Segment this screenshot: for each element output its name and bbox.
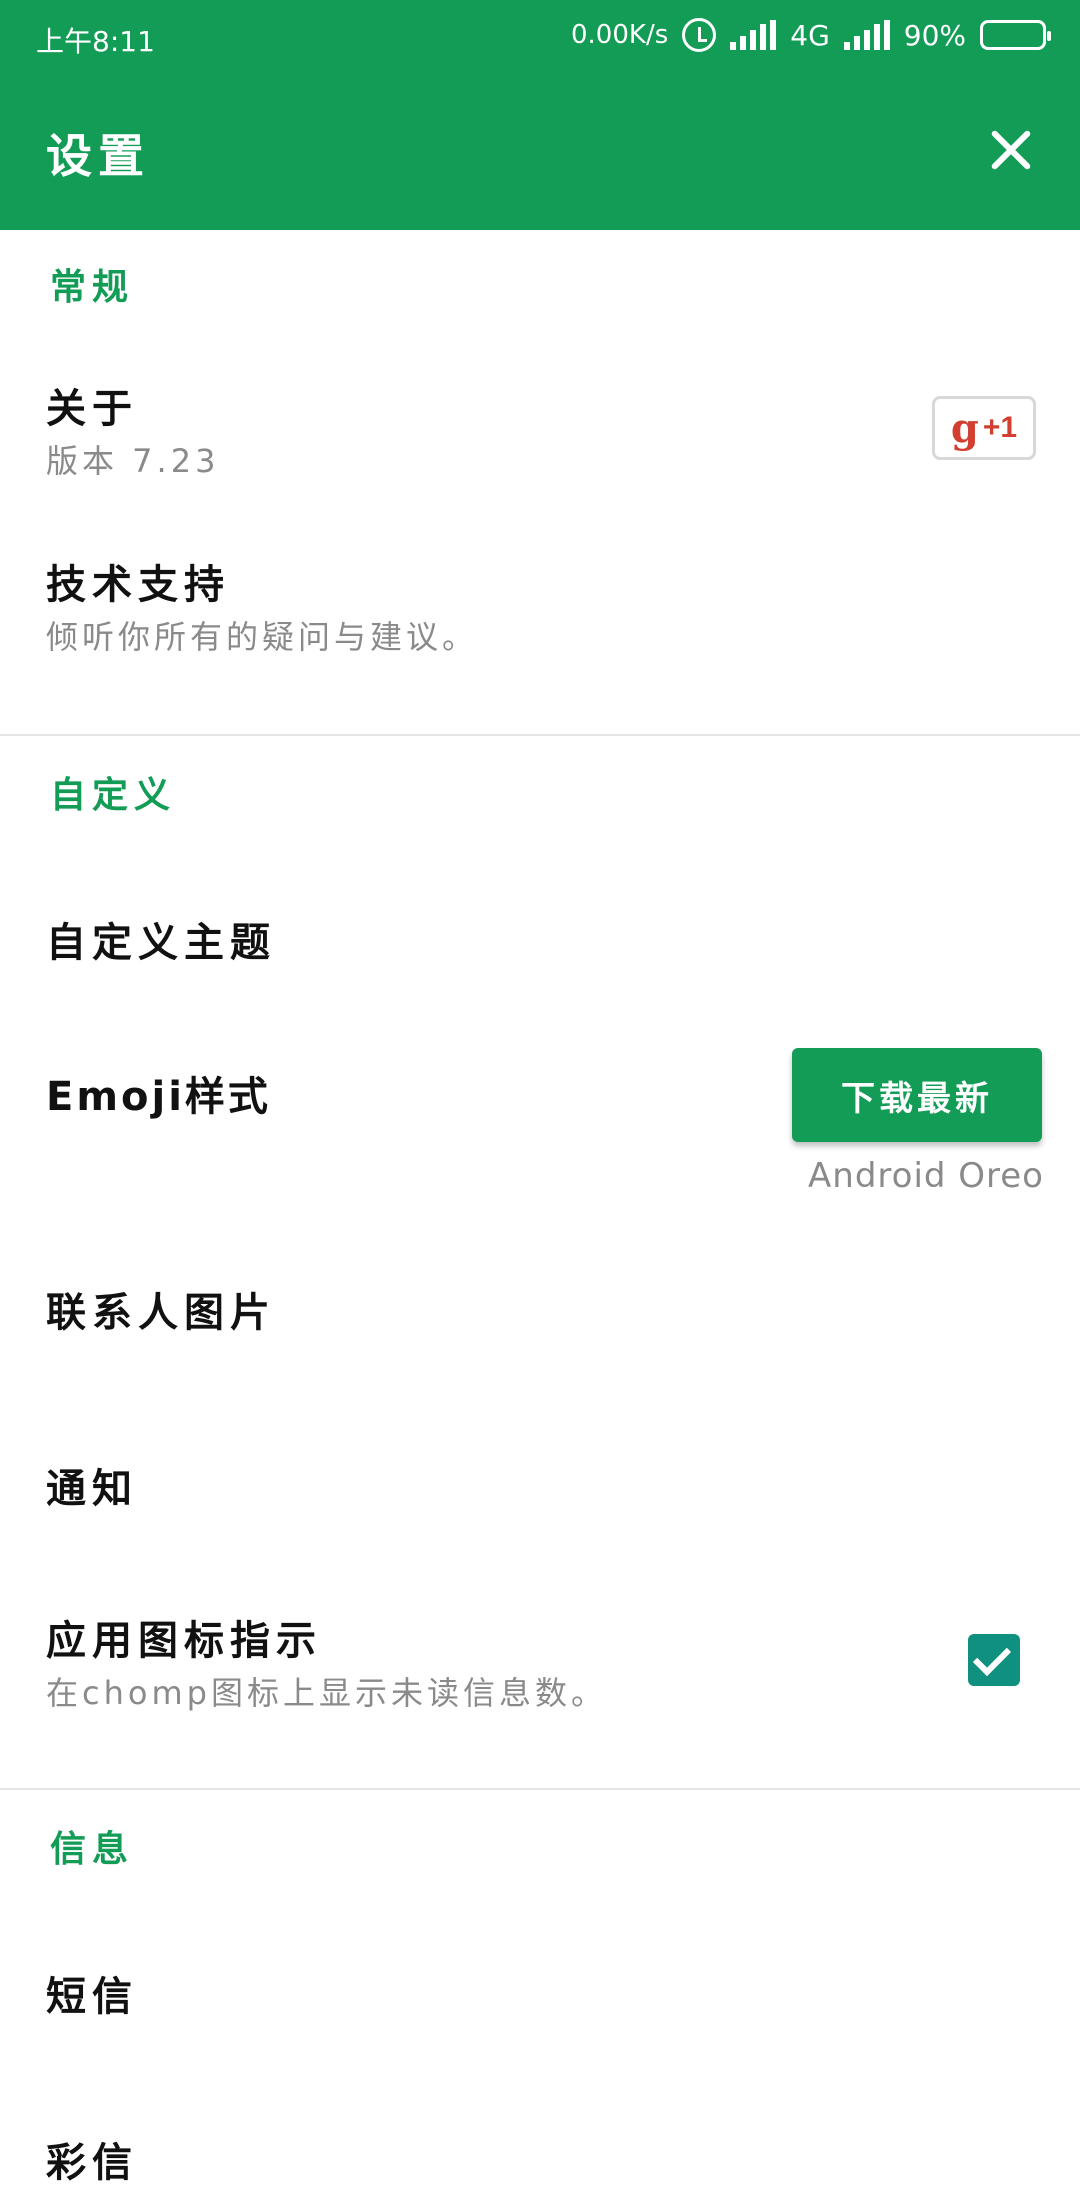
page-title: 设置: [46, 129, 150, 183]
battery-icon: [980, 20, 1051, 50]
network-type: 4G: [790, 18, 830, 52]
setting-custom-theme[interactable]: 自定义主题: [46, 910, 276, 968]
emoji-style-value: Android Oreo: [808, 1156, 1044, 1196]
setting-mms[interactable]: 彩信: [46, 2130, 138, 2188]
divider: [0, 1788, 1080, 1790]
signal-icon-2: [843, 20, 890, 50]
support-subtitle: 倾听你所有的疑问与建议。: [46, 618, 479, 656]
download-latest-button[interactable]: 下载最新: [792, 1048, 1042, 1142]
setting-notifications[interactable]: 通知: [46, 1456, 138, 1514]
about-version: 版本 7.23: [46, 442, 220, 480]
badge-checkbox[interactable]: [968, 1634, 1020, 1686]
setting-sms[interactable]: 短信: [46, 1964, 138, 2022]
status-bar: 上午8:11 0.00K/s 4G 90%: [0, 0, 1080, 75]
badge-title: 应用图标指示: [46, 1618, 322, 1664]
support-title: 技术支持: [46, 562, 230, 608]
battery-percent: 90%: [903, 18, 966, 52]
signal-icon: [730, 20, 777, 50]
section-header-general: 常规: [50, 267, 135, 308]
section-header-custom: 自定义: [50, 775, 177, 816]
app-bar: 上午8:11 0.00K/s 4G 90% 设置: [0, 0, 1080, 230]
gplus-suffix: +1: [982, 411, 1018, 444]
about-title: 关于: [46, 386, 138, 432]
net-speed: 0.00K/s: [571, 20, 669, 50]
alarm-icon: [682, 18, 717, 52]
google-plus-one-button[interactable]: g +1: [932, 396, 1036, 460]
close-icon[interactable]: [982, 122, 1038, 178]
status-time: 上午8:11: [36, 25, 155, 58]
divider: [0, 734, 1080, 736]
status-right: 0.00K/s 4G 90%: [571, 18, 1051, 52]
section-header-message: 信息: [50, 1829, 135, 1870]
badge-subtitle: 在chomp图标上显示未读信息数。: [46, 1674, 607, 1712]
setting-contact-photo[interactable]: 联系人图片: [46, 1280, 276, 1338]
settings-list: 常规 关于 版本 7.23 g +1 技术支持 倾听你所有的疑问与建议。 自定义 …: [0, 230, 1080, 2186]
setting-emoji-style[interactable]: Emoji样式: [46, 1064, 271, 1122]
gplus-g: g: [950, 404, 979, 452]
